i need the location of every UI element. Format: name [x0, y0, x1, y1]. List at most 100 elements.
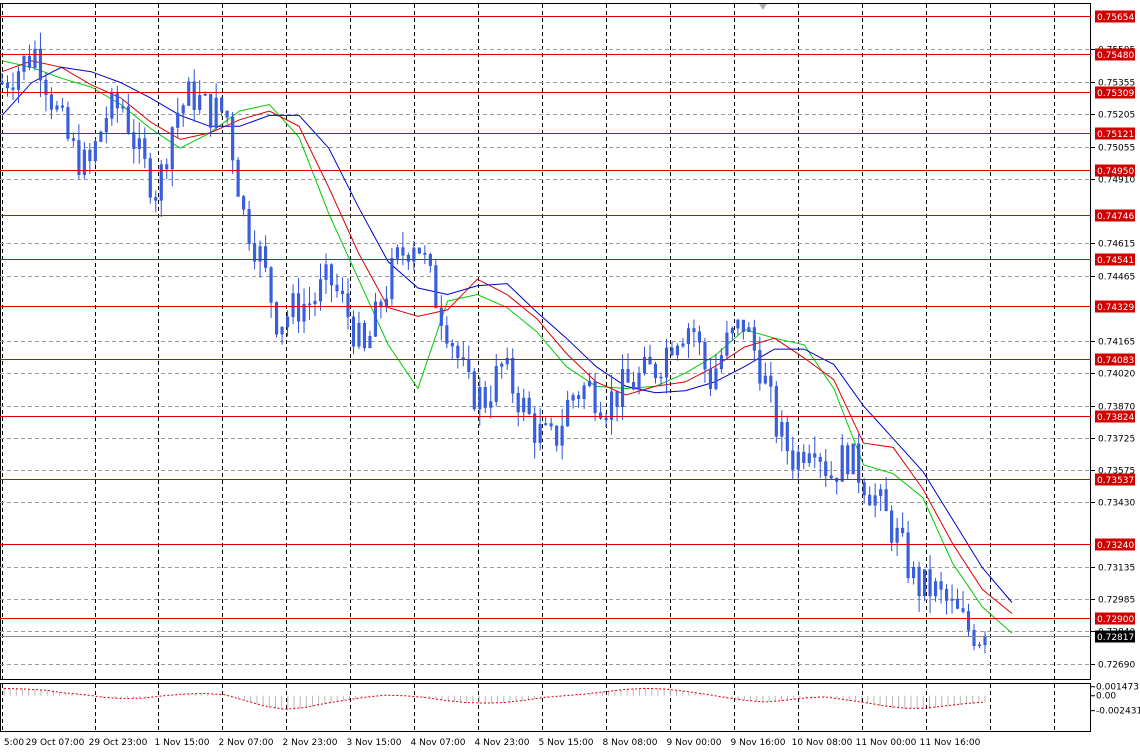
candle-body: [917, 567, 921, 596]
level-label: 0.75121: [1097, 130, 1134, 140]
candle-body: [22, 56, 26, 72]
candle-body: [725, 332, 729, 356]
candle-body: [670, 347, 674, 356]
level-label: 0.73240: [1097, 541, 1134, 551]
candle-body: [747, 327, 751, 332]
candle-body: [763, 375, 767, 384]
level-label: 0.72900: [1097, 615, 1134, 625]
candle-body: [346, 293, 350, 318]
candle-body: [758, 350, 762, 384]
candle-body: [708, 368, 712, 389]
candle-body: [824, 461, 828, 477]
x-tick-label: 4 Nov 07:00: [411, 738, 466, 748]
candle-body: [703, 341, 707, 370]
candle-body: [714, 368, 718, 389]
candle-body: [977, 644, 982, 647]
candle-body: [802, 451, 806, 463]
candle-body: [220, 97, 224, 112]
candle-body: [335, 284, 339, 292]
candle-body: [203, 93, 207, 96]
candle-body: [296, 293, 301, 322]
candle-body: [934, 581, 938, 597]
candle-body: [357, 322, 361, 347]
candle-body: [478, 387, 482, 410]
candle-body: [121, 106, 125, 109]
candle-body: [637, 372, 641, 390]
candle-body: [236, 159, 240, 197]
candle-body: [329, 264, 334, 286]
candle-body: [110, 93, 114, 119]
x-tick-label: 1 Nov 15:00: [155, 738, 210, 748]
candle-body: [692, 328, 696, 333]
candle-body: [769, 375, 773, 387]
candle-body: [225, 111, 229, 118]
candle-body: [621, 369, 625, 407]
candle-body: [873, 495, 877, 506]
candle-body: [648, 356, 652, 365]
candle-body: [527, 397, 531, 414]
candle-body: [895, 527, 899, 543]
candle-body: [796, 451, 800, 470]
x-tick-label: 5:00: [4, 738, 24, 748]
level-label: 0.74541: [1097, 256, 1134, 266]
candle-body: [483, 387, 487, 408]
candle-body: [494, 366, 498, 402]
candle-body: [401, 247, 405, 256]
candle-body: [60, 105, 64, 108]
candle-body: [126, 106, 130, 133]
candle-body: [307, 303, 312, 306]
candle-body: [417, 247, 421, 254]
candle-body: [0, 82, 4, 84]
x-tick-label: 29 Oct 23:00: [89, 738, 148, 748]
y-tick-label: 0.75205: [1098, 111, 1135, 121]
candle-body: [247, 209, 251, 244]
level-label: 0.75480: [1097, 51, 1134, 61]
candle-body: [615, 391, 619, 407]
candle-body: [286, 316, 290, 328]
candle-body: [456, 345, 460, 358]
candle-body: [27, 56, 32, 68]
price-chart[interactable]: 5:00 29 Oct 07:00 29 Oct 23:00 1 Nov 15:00 2…: [0, 0, 1140, 754]
candle-body: [231, 116, 235, 161]
candle-body: [264, 246, 268, 268]
y-tick-label: 0.72985: [1098, 596, 1135, 606]
candle-body: [368, 336, 372, 349]
candle-body: [966, 611, 971, 631]
x-tick-label: 9 Nov 16:00: [731, 738, 786, 748]
y-tick-label: 0.74615: [1098, 240, 1135, 250]
x-tick-label: 2 Nov 23:00: [283, 738, 338, 748]
candle-body: [159, 164, 163, 201]
candle-body: [351, 316, 356, 347]
candle-body: [340, 290, 345, 294]
candle-body: [500, 363, 504, 367]
candle-body: [582, 385, 586, 399]
candle-body: [950, 598, 954, 601]
candle-body: [555, 425, 559, 446]
candle-body: [269, 267, 273, 303]
level-label: 0.75654: [1097, 13, 1134, 23]
candle-body: [38, 48, 42, 81]
candle-body: [275, 302, 279, 335]
y-tick-label: 0.74465: [1098, 273, 1135, 283]
candle-body: [577, 395, 581, 399]
candle-body: [390, 258, 394, 300]
candle-body: [912, 567, 916, 579]
candle-body: [450, 343, 454, 347]
candle-body: [791, 450, 795, 470]
x-tick-label: 10 Nov 08:00: [792, 738, 853, 748]
candle-body: [88, 149, 92, 162]
candle-body: [49, 94, 53, 110]
candle-body: [879, 489, 883, 496]
candle-body: [785, 422, 789, 452]
candle-body: [93, 141, 97, 162]
candle-body: [928, 569, 932, 597]
x-tick-label: 29 Oct 07:00: [26, 738, 85, 748]
x-tick-label: 5 Nov 15:00: [539, 738, 594, 748]
candle-body: [840, 445, 844, 482]
candle-body: [626, 369, 630, 383]
candle-body: [675, 345, 680, 356]
x-tick-label: 8 Nov 08:00: [603, 738, 658, 748]
level-label: 0.73824: [1097, 413, 1134, 423]
candle-body: [253, 243, 257, 262]
candle-body: [104, 118, 108, 133]
